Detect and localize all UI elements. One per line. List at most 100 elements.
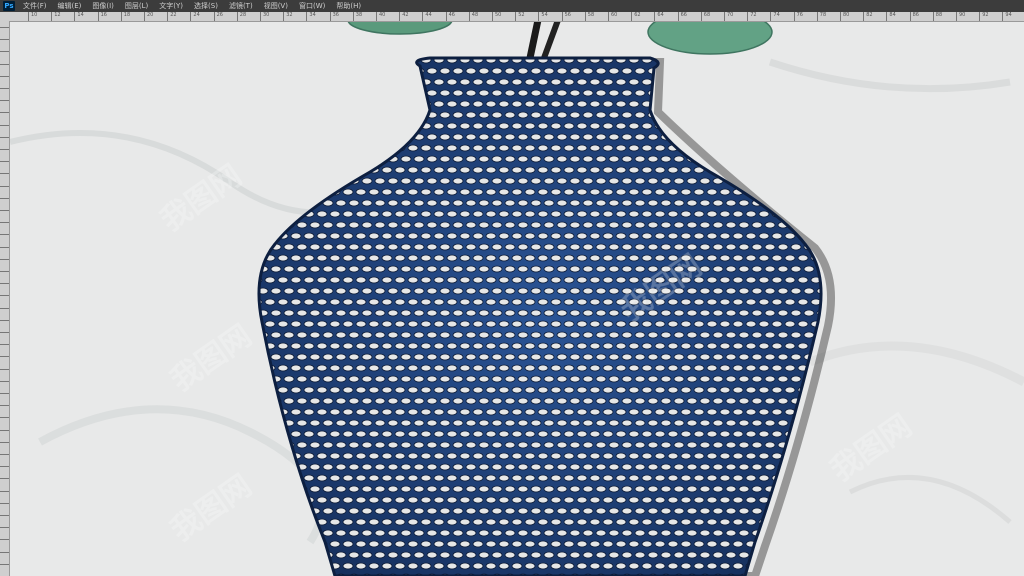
ruler-tick [0,417,9,424]
menu-filter[interactable]: 滤镜(T) [229,0,253,12]
ruler-tick [0,173,9,180]
ruler-tick [0,63,9,71]
ruler-tick-label: 48 [468,12,478,21]
ruler-tick [0,332,9,339]
ruler-tick-label: 12 [51,12,61,21]
ruler-tick-label: 90 [956,12,965,21]
horizontal-ruler[interactable]: 10 12 14 16 18 20 22 24 26 28 30 32 34 36 38 40 42 44 46 48… [0,12,1024,22]
ruler-tick [0,197,9,205]
ruler-tick-label: 40 [376,12,385,21]
ruler-tick-label: 24 [190,12,200,21]
ruler-tick [0,454,9,461]
ruler-tick [0,222,9,229]
ruler-tick [0,344,9,351]
ruler-tick-label: 34 [306,12,316,21]
ruler-tick-label: 56 [561,12,571,21]
ruler-tick [0,27,9,34]
ruler-tick [0,88,9,95]
ruler-tick [0,234,9,241]
ruler-tick-label: 92 [979,12,989,21]
ruler-tick [0,246,9,254]
ruler-tick [0,551,9,559]
ruler-tick-label: 46 [445,12,455,21]
menu-bar: Ps 文件(F) 编辑(E) 图像(I) 图层(L) 文字(Y) 选择(S) 滤… [0,0,1024,12]
ruler-tick [0,319,9,327]
menu-window[interactable]: 窗口(W) [299,0,325,12]
ruler-tick-label: 88 [932,12,942,21]
document-canvas[interactable]: 我图网 我图网 我图网 我图网 我图网 [10,22,1024,576]
ruler-tick [0,271,9,278]
ruler-tick [0,405,9,412]
ruler-tick [0,368,9,376]
menu-view[interactable]: 视图(V) [264,0,288,12]
ruler-tick [0,75,9,83]
ruler-tick-label: 38 [352,12,362,21]
vertical-ruler[interactable] [0,21,10,576]
ruler-tick-label: 84 [886,12,896,21]
ruler-tick-label: 64 [654,12,664,21]
ruler-tick [0,124,9,132]
menu-file[interactable]: 文件(F) [23,0,47,12]
ruler-tick-label: 52 [515,12,525,21]
ruler-tick-label: 82 [863,12,873,21]
ruler-tick-label: 16 [97,12,107,21]
ruler-tick-label: 28 [236,12,246,21]
ruler-tick [0,380,9,388]
ruler-tick [0,527,9,534]
ruler-tick [0,258,9,266]
photoshop-logo-icon: Ps [3,1,15,11]
ruler-tick [0,466,9,473]
menu-help[interactable]: 帮助(H) [336,0,361,12]
menu-type[interactable]: 文字(Y) [159,0,183,12]
menu-select[interactable]: 选择(S) [194,0,218,12]
ruler-tick [0,502,9,510]
ruler-tick [0,39,9,46]
ruler-tick [0,149,9,156]
ruler-tick-label: 94 [1002,12,1012,21]
ruler-tick [0,429,9,437]
ruler-tick [0,112,9,119]
ruler-tick [0,515,9,522]
ruler-tick-label: 86 [909,12,919,21]
ruler-tick-label: 14 [74,12,84,21]
ruler-tick-label: 74 [770,12,780,21]
ruler-tick [0,393,9,400]
ruler-tick [0,563,9,571]
ruler-tick-label: 26 [213,12,223,21]
ruler-tick-label: 54 [538,12,548,21]
ruler-tick-label: 20 [144,12,153,21]
ruler-tick-label: 66 [677,12,687,21]
ruler-tick [0,210,9,217]
ruler-tick-label: 42 [399,12,409,21]
ruler-tick [0,478,9,485]
ruler-tick-label: 62 [631,12,641,21]
ruler-tick-label: 80 [840,12,849,21]
ruler-tick [0,490,9,498]
ruler-tick-label: 18 [120,12,130,21]
menu-layer[interactable]: 图层(L) [125,0,148,12]
ruler-tick [0,185,9,193]
ruler-tick [0,539,9,546]
ruler-tick-label: 22 [167,12,177,21]
ruler-tick-label: 58 [584,12,594,21]
ruler-tick [0,356,9,363]
ruler-tick-label: 10 [28,12,37,21]
ruler-tick-label: 44 [422,12,432,21]
ruler-tick [0,100,9,107]
ruler-tick-label: 32 [283,12,293,21]
ruler-tick [0,283,9,290]
ruler-tick-label: 30 [260,12,269,21]
ruler-tick-label: 36 [329,12,339,21]
ruler-tick [0,161,9,168]
ruler-tick [0,295,9,302]
ruler-tick-label: 78 [816,12,826,21]
ruler-tick [0,136,9,144]
artwork-image: 我图网 我图网 我图网 我图网 我图网 [10,22,1024,576]
ruler-tick-label: 72 [747,12,757,21]
ruler-tick [0,307,9,315]
ruler-tick-label: 68 [700,12,710,21]
ruler-tick-label: 76 [793,12,803,21]
ruler-tick [0,441,9,449]
menu-image[interactable]: 图像(I) [92,0,114,12]
menu-edit[interactable]: 编辑(E) [58,0,82,12]
